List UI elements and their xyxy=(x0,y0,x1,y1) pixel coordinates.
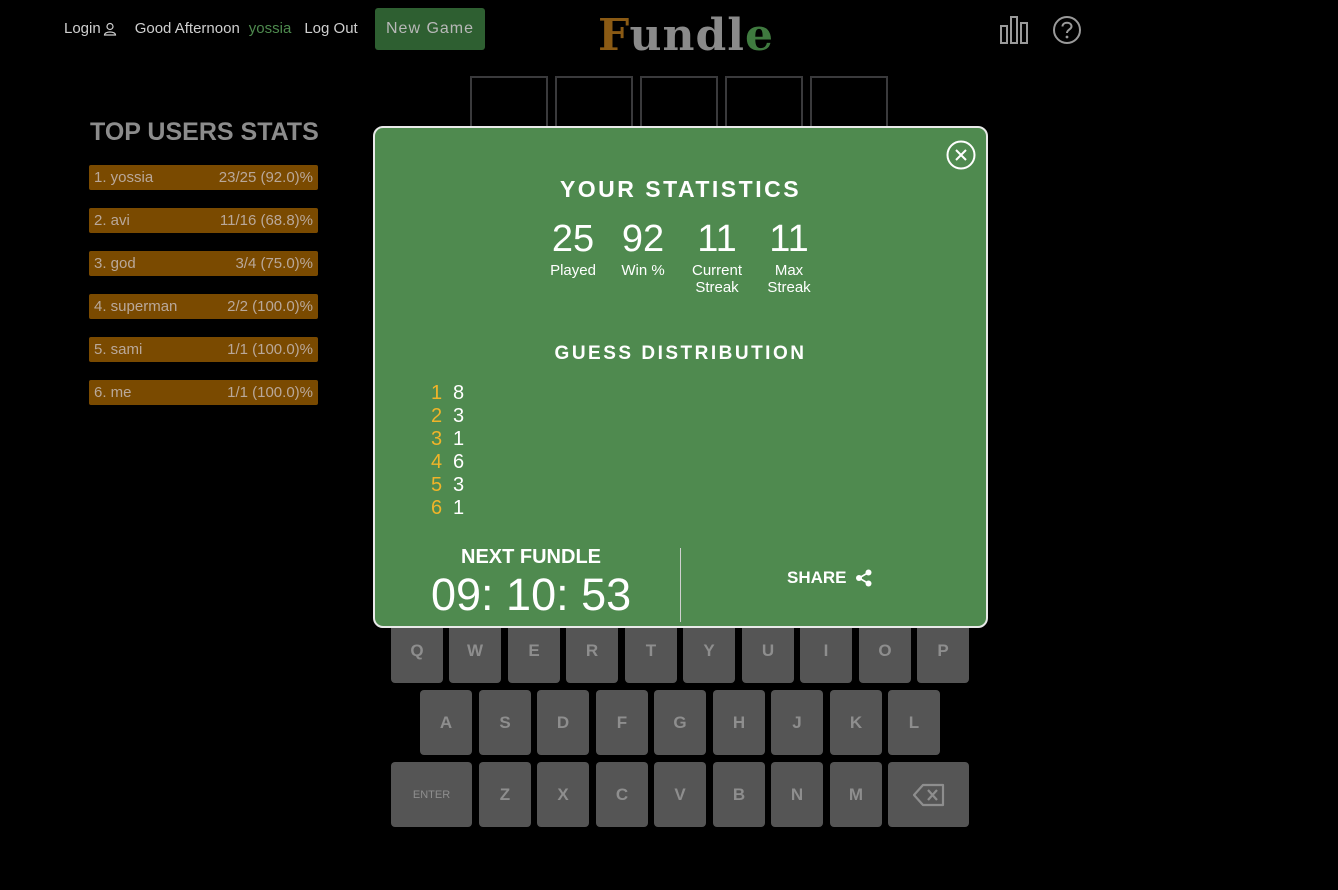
top-user-name: 4. superman xyxy=(94,298,178,315)
share-label: SHARE xyxy=(787,568,847,587)
guess-count: 3 xyxy=(453,474,465,496)
top-user-row: 6. me 1/1 (100.0)% xyxy=(89,380,318,405)
stat-value: 25 xyxy=(551,218,595,260)
stat-win-percent: 92 Win % xyxy=(603,216,683,279)
key-f[interactable]: F xyxy=(596,690,648,755)
key-backspace[interactable] xyxy=(888,762,969,827)
guess-number: 2 xyxy=(431,405,443,427)
key-a[interactable]: A xyxy=(420,690,472,755)
user-icon xyxy=(103,22,116,36)
guess-count: 1 xyxy=(453,497,465,519)
logo-letter: e xyxy=(744,10,774,61)
stat-max-streak: 11 Max Streak xyxy=(749,216,829,296)
stat-value: 11 xyxy=(769,218,809,260)
top-user-name: 5. sami xyxy=(94,341,143,358)
stat-value: 11 xyxy=(697,218,737,260)
top-user-score: 11/16 (68.8)% xyxy=(219,212,313,229)
close-icon[interactable] xyxy=(946,140,976,170)
key-s[interactable]: S xyxy=(479,690,531,755)
stat-current-streak: 11 Current Streak xyxy=(677,216,757,296)
countdown-timer: 09: 10: 53 xyxy=(431,569,632,620)
guess-count: 1 xyxy=(453,428,465,450)
top-user-score: 2/2 (100.0)% xyxy=(227,298,313,315)
guess-number: 6 xyxy=(431,497,443,519)
top-user-score: 1/1 (100.0)% xyxy=(227,341,313,358)
backspace-icon xyxy=(912,783,944,806)
share-button[interactable]: SHARE xyxy=(787,568,873,588)
guess-count: 6 xyxy=(453,451,465,473)
guess-number: 4 xyxy=(431,451,443,473)
key-j[interactable]: J xyxy=(771,690,823,755)
top-user-name: 6. me xyxy=(94,384,132,401)
key-v[interactable]: V xyxy=(654,762,706,827)
top-user-name: 2. avi xyxy=(94,212,130,229)
login-label: Login xyxy=(64,20,101,37)
top-user-score: 1/1 (100.0)% xyxy=(227,384,313,401)
top-user-row: 5. sami 1/1 (100.0)% xyxy=(89,337,318,362)
statistics-modal: YOUR STATISTICS 25 Played 92 Win % 11 Cu… xyxy=(373,126,988,628)
top-user-score: 3/4 (75.0)% xyxy=(235,255,313,272)
key-z[interactable]: Z xyxy=(479,762,531,827)
key-enter[interactable]: ENTER xyxy=(391,762,472,827)
key-b[interactable]: B xyxy=(713,762,765,827)
logo-letter: n xyxy=(662,10,696,61)
logo-letter: F xyxy=(598,10,630,61)
statistics-title: YOUR STATISTICS xyxy=(559,176,802,202)
guess-distribution: 18 23 31 46 53 61 xyxy=(431,382,464,520)
greeting-text: Good Afternoon xyxy=(134,20,240,37)
logo-letter: d xyxy=(695,10,728,61)
bar-chart-icon[interactable] xyxy=(999,14,1029,46)
top-user-row: 1. yossia 23/25 (92.0)% xyxy=(89,165,318,190)
key-h[interactable]: H xyxy=(713,690,765,755)
top-users-title: TOP USERS STATS xyxy=(90,118,319,146)
stat-value: 92 xyxy=(621,218,665,260)
guess-count: 8 xyxy=(453,382,465,404)
stat-label: Current Streak xyxy=(691,262,743,296)
key-k[interactable]: K xyxy=(830,690,882,755)
distribution-row: 23 xyxy=(431,405,464,428)
key-n[interactable]: N xyxy=(771,762,823,827)
distribution-row: 31 xyxy=(431,428,464,451)
top-user-row: 3. god 3/4 (75.0)% xyxy=(89,251,318,276)
guess-count: 3 xyxy=(453,405,465,427)
help-icon[interactable] xyxy=(1052,14,1082,46)
top-user-row: 2. avi 11/16 (68.8)% xyxy=(89,208,318,233)
stat-label: Win % xyxy=(621,262,665,279)
distribution-row: 53 xyxy=(431,474,464,497)
stat-played: 25 Played xyxy=(533,216,613,279)
distribution-row: 46 xyxy=(431,451,464,474)
key-c[interactable]: C xyxy=(596,762,648,827)
guess-number: 3 xyxy=(431,428,443,450)
key-d[interactable]: D xyxy=(537,690,589,755)
guess-number: 5 xyxy=(431,474,443,496)
username-text: yossia xyxy=(248,20,292,37)
top-user-row: 4. superman 2/2 (100.0)% xyxy=(89,294,318,319)
guess-distribution-title: GUESS DISTRIBUTION xyxy=(554,343,807,364)
next-fundle-title: NEXT FUNDLE xyxy=(461,546,601,568)
key-x[interactable]: X xyxy=(537,762,589,827)
guess-number: 1 xyxy=(431,382,443,404)
top-nav: Login Good Afternoon yossia Log Out xyxy=(64,20,358,37)
fundle-logo: Fundle xyxy=(598,8,774,64)
key-g[interactable]: G xyxy=(654,690,706,755)
divider xyxy=(680,548,681,622)
top-user-name: 3. god xyxy=(94,255,136,272)
stat-label: Played xyxy=(550,262,596,279)
top-user-score: 23/25 (92.0)% xyxy=(218,169,313,186)
logo-letter: u xyxy=(629,10,663,61)
distribution-row: 61 xyxy=(431,497,464,520)
top-user-name: 1. yossia xyxy=(94,169,154,186)
new-game-button[interactable]: New Game xyxy=(375,8,485,50)
logout-link[interactable]: Log Out xyxy=(304,20,357,37)
distribution-row: 18 xyxy=(431,382,464,405)
share-icon xyxy=(855,569,872,587)
login-link[interactable]: Login xyxy=(64,20,117,37)
stat-label: Max Streak xyxy=(767,262,811,296)
key-l[interactable]: L xyxy=(888,690,940,755)
key-m[interactable]: M xyxy=(830,762,882,827)
logo-letter: l xyxy=(727,10,745,61)
